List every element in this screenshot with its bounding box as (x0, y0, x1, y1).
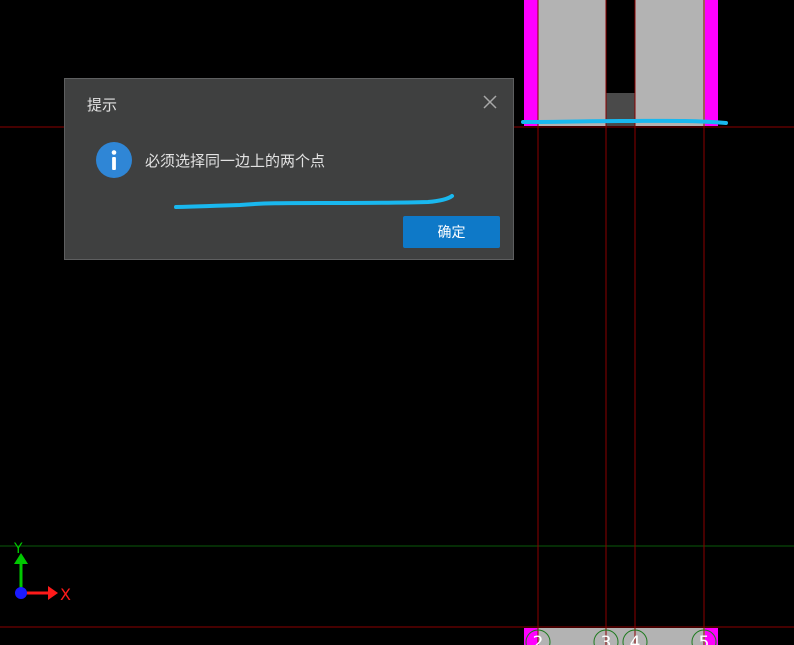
axis-y-label: Y (13, 541, 23, 557)
grid-marker-label: 5 (699, 633, 710, 645)
dialog-title: 提示 (87, 96, 118, 114)
info-icon (96, 142, 132, 178)
alert-dialog: 提示 必须选择同一边上的两个点 确定 (64, 78, 514, 260)
confirm-button[interactable]: 确定 (403, 216, 500, 248)
grid-marker-label: 3 (601, 633, 612, 645)
grid-marker-label: 2 (533, 633, 544, 645)
wall-element-top[interactable] (524, 0, 718, 126)
grid-marker-label: 4 (630, 633, 641, 645)
wall-element-bottom[interactable] (524, 628, 718, 645)
axis-x-label: X (60, 585, 71, 604)
close-icon[interactable] (481, 93, 499, 111)
ucs-axis-icon: Y X (13, 541, 71, 604)
dialog-message: 必须选择同一边上的两个点 (145, 152, 326, 170)
